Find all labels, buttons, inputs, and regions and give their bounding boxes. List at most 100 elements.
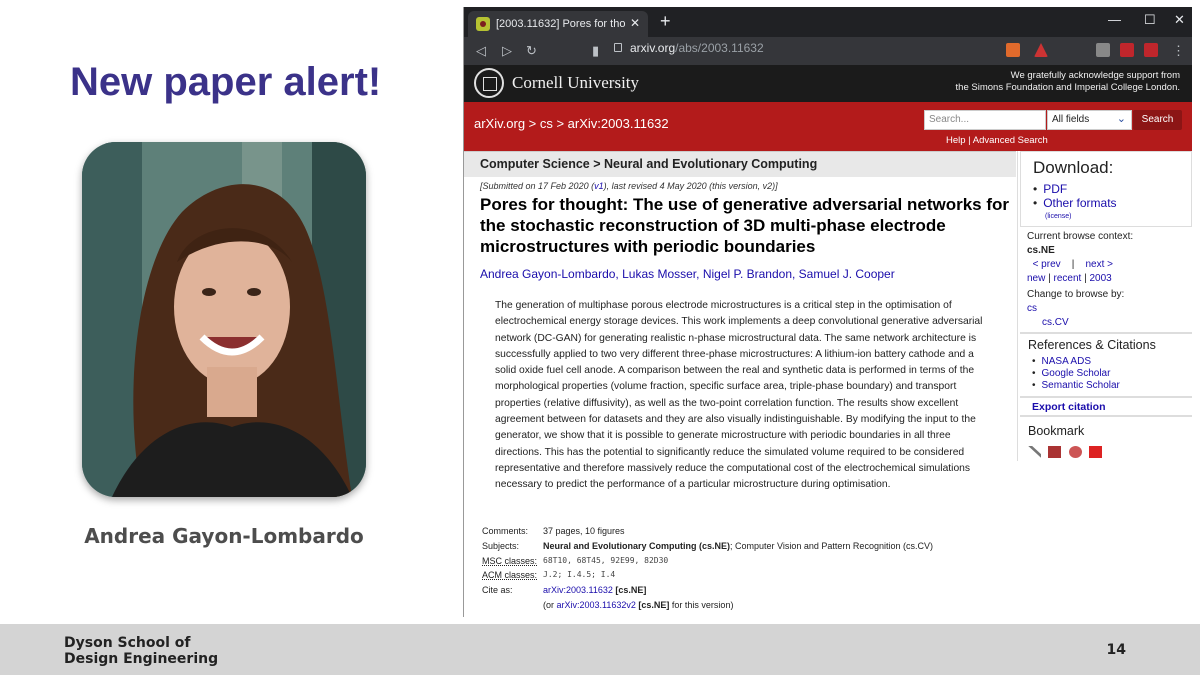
context-label: Current browse context: xyxy=(1027,231,1134,242)
cornell-name[interactable]: Cornell University xyxy=(512,73,639,93)
acm-value: J.2; I.4.5; I.4 xyxy=(543,570,616,580)
slide-footer: Dyson School of Design Engineering 14 xyxy=(0,624,1200,675)
slide-title: New paper alert! xyxy=(70,60,382,104)
google-scholar-link[interactable]: Google Scholar xyxy=(1032,368,1120,380)
bookmark-title: Bookmark xyxy=(1028,424,1085,438)
bibsonomy-icon[interactable] xyxy=(1028,445,1041,458)
other-formats-link[interactable]: Other formats xyxy=(1033,196,1117,210)
subjects-label: Subjects: xyxy=(482,540,520,551)
lock-icon xyxy=(614,43,622,53)
context-value: cs.NE xyxy=(1027,245,1055,256)
author-link[interactable]: Samuel J. Cooper xyxy=(799,267,895,281)
pdf-label: PDF xyxy=(1043,182,1068,196)
breadcrumb[interactable]: arXiv.org > cs > arXiv:2003.11632 xyxy=(474,116,669,131)
url-path: /abs/2003.11632 xyxy=(675,41,764,55)
prev-link[interactable]: < prev xyxy=(1033,259,1061,270)
primary-subject: Neural and Evolutionary Computing (cs.NE… xyxy=(543,540,731,551)
tab-title: [2003.11632] Pores for thought: Th xyxy=(496,18,626,30)
new-tab-button[interactable]: + xyxy=(660,12,671,30)
maximize-button[interactable]: ☐ xyxy=(1144,12,1156,28)
reload-icon[interactable]: ↻ xyxy=(526,43,537,59)
cite-alt-category: [cs.NE] xyxy=(635,599,670,610)
extension-icon[interactable] xyxy=(1096,43,1110,57)
change-browse-label: Change to browse by: xyxy=(1027,289,1125,300)
cite-link[interactable]: arXiv:2003.11632 xyxy=(543,585,613,595)
forward-icon[interactable]: ▷ xyxy=(502,43,512,59)
close-tab-icon[interactable]: ✕ xyxy=(630,16,640,30)
references-box: References & Citations NASA ADS Google S… xyxy=(1020,332,1192,393)
extension-red-icon[interactable] xyxy=(1120,43,1134,57)
bookmark-icons xyxy=(1028,443,1105,461)
arxiv-header-bar: arXiv.org > cs > arXiv:2003.11632 Search… xyxy=(464,102,1192,151)
help-links: Help | Advanced Search xyxy=(946,135,1048,146)
nasa-ads-link[interactable]: NASA ADS xyxy=(1032,356,1120,368)
ack-line-2: the Simons Foundation and Imperial Colle… xyxy=(955,82,1180,93)
mendeley-icon[interactable] xyxy=(1048,445,1062,458)
author-caption: Andrea Gayon-Lombardo xyxy=(84,524,364,548)
ack-line-1: We gratefully acknowledge support from xyxy=(1010,70,1180,81)
new-link[interactable]: new xyxy=(1027,273,1045,284)
reddit-icon[interactable] xyxy=(1068,445,1082,458)
page-number: 14 xyxy=(1106,642,1126,658)
search-field-select[interactable]: All fields ⌄ xyxy=(1047,110,1132,130)
search-field-value: All fields xyxy=(1052,114,1090,125)
minimize-button[interactable]: — xyxy=(1108,12,1121,27)
acm-label: ACM classes: xyxy=(482,570,538,581)
bookmark-icon[interactable]: ▮ xyxy=(592,43,599,59)
references-title: References & Citations xyxy=(1028,338,1156,352)
recent-link[interactable]: recent xyxy=(1054,273,1082,284)
search-button[interactable]: Search xyxy=(1133,110,1182,130)
license-link[interactable]: (license) xyxy=(1045,210,1117,224)
browse-cscv-link[interactable]: cs.CV xyxy=(1042,316,1133,330)
download-list: PDF Other formats (license) xyxy=(1033,182,1117,224)
nav-separator: | xyxy=(1071,259,1075,270)
extension-mendeley-icon[interactable] xyxy=(1144,43,1158,57)
back-icon[interactable]: ◁ xyxy=(476,43,486,59)
comments-value: 37 pages, 10 figures xyxy=(543,526,625,536)
menu-icon[interactable]: ⋮ xyxy=(1172,43,1185,59)
help-link[interactable]: Help xyxy=(946,135,966,146)
search-input[interactable]: Search... xyxy=(924,110,1046,130)
sidebar: Download: PDF Other formats (license) Cu… xyxy=(1017,151,1192,461)
author-link[interactable]: Lukas Mosser xyxy=(622,267,696,281)
pdf-link[interactable]: PDF xyxy=(1033,182,1117,196)
references-list: NASA ADS Google Scholar Semantic Scholar xyxy=(1032,356,1120,392)
cite-alt: (or arXiv:2003.11632v2 [cs.NE] for this … xyxy=(543,600,733,610)
v1-link[interactable]: v1 xyxy=(594,181,604,191)
author-link[interactable]: Andrea Gayon-Lombardo xyxy=(480,267,615,281)
arxiv-favicon-icon xyxy=(476,17,490,31)
cornell-seal-icon[interactable] xyxy=(474,68,504,98)
cornell-header: Cornell University We gratefully acknowl… xyxy=(464,65,1192,102)
brave-shield-icon[interactable] xyxy=(1006,43,1020,57)
semantic-scholar-link[interactable]: Semantic Scholar xyxy=(1032,380,1120,392)
cite-version-link[interactable]: arXiv:2003.11632v2 xyxy=(557,600,636,610)
advanced-search-link[interactable]: Advanced Search xyxy=(973,135,1048,146)
browser-tab[interactable]: [2003.11632] Pores for thought: Th ✕ xyxy=(468,11,648,37)
other-subjects: ; Computer Vision and Pattern Recognitio… xyxy=(730,540,933,551)
submission-info: [Submitted on 17 Feb 2020 (v1), last rev… xyxy=(480,181,778,191)
close-window-button[interactable]: ✕ xyxy=(1174,12,1185,28)
author-link[interactable]: Nigel P. Brandon xyxy=(703,267,792,281)
sciencewise-icon[interactable] xyxy=(1089,445,1103,458)
other-formats-label: Other formats xyxy=(1043,196,1117,210)
cite-value: arXiv:2003.11632 [cs.NE] xyxy=(543,585,646,595)
footer-line-2: Design Engineering xyxy=(64,651,219,667)
cite-alt-pre: (or xyxy=(543,599,557,610)
download-title: Download: xyxy=(1033,158,1114,177)
comments-label: Comments: xyxy=(482,526,529,536)
browse-cs-link[interactable]: cs xyxy=(1027,302,1133,316)
paper-main: Computer Science > Neural and Evolutiona… xyxy=(464,151,1016,617)
author-photo xyxy=(82,142,366,497)
year-link[interactable]: 2003 xyxy=(1089,273,1111,284)
download-box: Download: PDF Other formats (license) xyxy=(1020,151,1192,227)
abstract: The generation of multiphase porous elec… xyxy=(495,300,983,491)
tab-bar: [2003.11632] Pores for thought: Th ✕ + —… xyxy=(464,7,1192,37)
author-list: Andrea Gayon-Lombardo, Lukas Mosser, Nig… xyxy=(480,267,895,281)
acknowledgement: We gratefully acknowledge support from t… xyxy=(956,70,1180,94)
browse-context: Current browse context: cs.NE < prev | n… xyxy=(1027,231,1134,330)
next-link[interactable]: next > xyxy=(1086,259,1114,270)
browser-window: [2003.11632] Pores for thought: Th ✕ + —… xyxy=(463,7,1192,617)
address-bar[interactable]: arxiv.org/abs/2003.11632 xyxy=(614,41,1044,61)
chevron-down-icon: ⌄ xyxy=(1116,113,1126,125)
export-citation-link[interactable]: Export citation xyxy=(1020,396,1192,417)
